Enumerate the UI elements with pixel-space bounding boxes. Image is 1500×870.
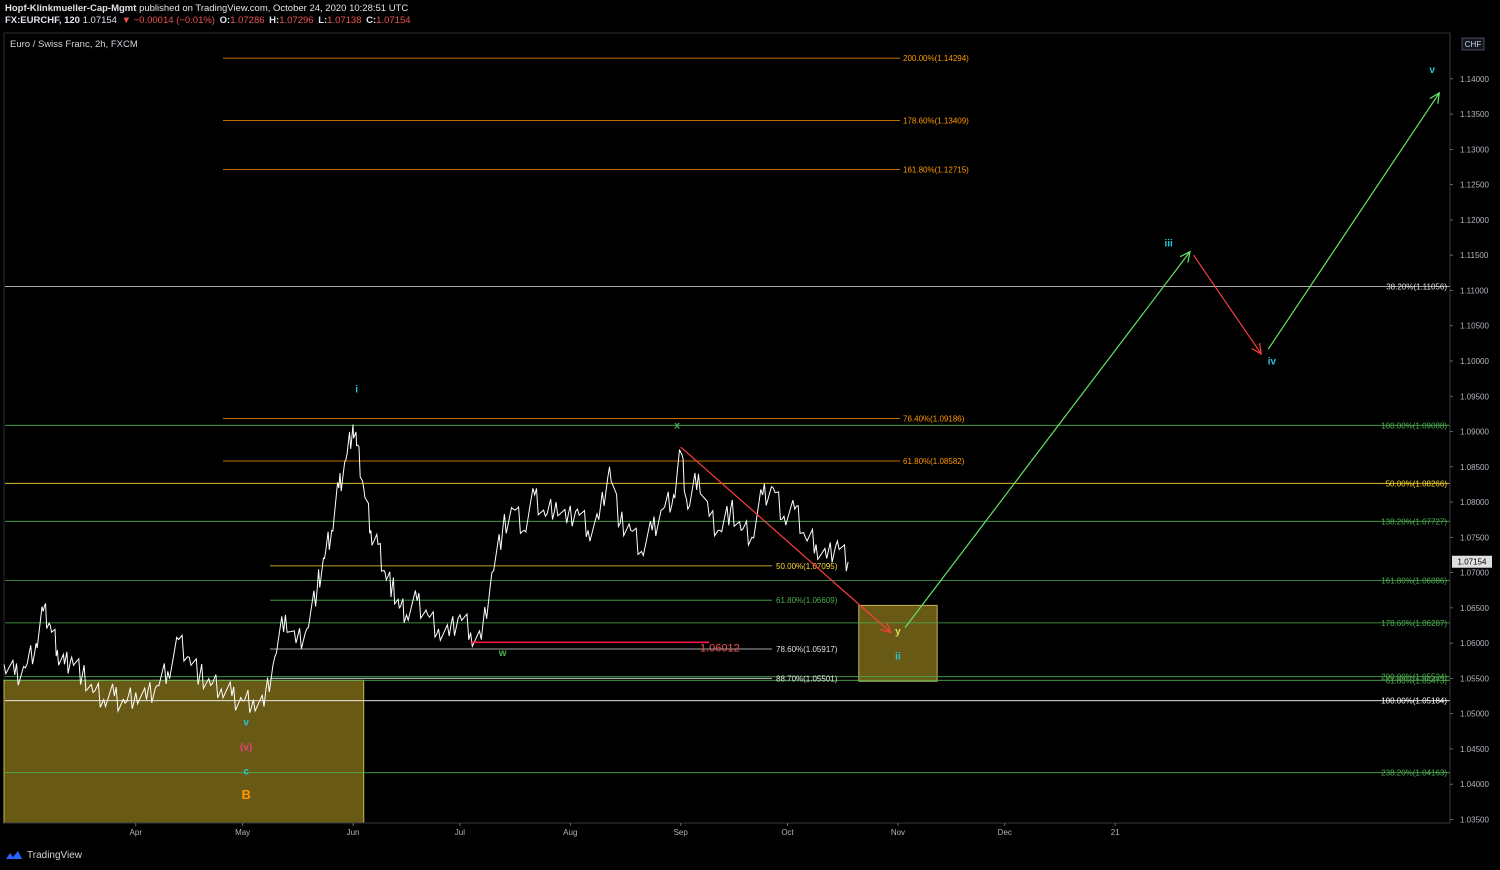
wave-label-10: c	[243, 766, 249, 777]
wave-label-2: w	[498, 648, 507, 659]
fib-label-13: 78.60%(1.05917)	[776, 645, 838, 654]
fib-label-7: 50.00%(1.08266)	[1386, 479, 1448, 488]
wave-label-9: (v)	[240, 742, 252, 753]
currency-label: CHF	[1465, 40, 1482, 49]
wave-label-8: v	[243, 718, 249, 729]
y-tick-label-12: 1.08000	[1460, 498, 1489, 507]
x-tick-label-1: May	[235, 828, 250, 837]
fib-label-3: 76.40%(1.09186)	[903, 414, 965, 423]
x-tick-label-4: Aug	[563, 828, 577, 837]
arrows	[680, 91, 1441, 634]
x-tick-label-6: Oct	[781, 828, 794, 837]
chart-title: Euro / Swiss Franc, 2h, FXCM	[10, 39, 138, 50]
wave-label-0: i	[355, 385, 358, 396]
zone-0	[3, 679, 365, 824]
wave-label-7: v	[1429, 65, 1435, 76]
y-tick-label-18: 1.05000	[1460, 710, 1489, 719]
currency-badge[interactable]: CHF	[1461, 37, 1485, 51]
fib-label-10: 161.80%(1.06886)	[1381, 577, 1447, 586]
y-tick-label-20: 1.04000	[1460, 780, 1489, 789]
annotations: ixwyiiiiiivvv(v)cB1.06012	[240, 65, 1435, 802]
y-tick-label-15: 1.06500	[1460, 604, 1489, 613]
arrow-line-3	[1267, 92, 1440, 350]
y-axis[interactable]: 1.14000 1.13500 1.13000 1.12500 1.12000 1.115…	[1449, 33, 1489, 824]
y-tick-label-6: 1.11000	[1460, 286, 1489, 295]
x-tick-label-5: Sep	[674, 828, 689, 837]
y-tick-label-0: 1.14000	[1460, 75, 1489, 84]
y-tick-label-9: 1.09500	[1460, 392, 1489, 401]
x-tick-label-0: Apr	[130, 828, 143, 837]
zones	[3, 604, 938, 824]
wave-label-5: iii	[1164, 239, 1173, 250]
y-tick-label-4: 1.12000	[1460, 216, 1489, 225]
y-tick-label-14: 1.07000	[1460, 569, 1489, 578]
fib-levels: 200.00%(1.14294) 178.60%(1.13409) 161.80%(…	[5, 54, 1450, 778]
y-tick-label-3: 1.12500	[1460, 181, 1489, 190]
arrow-line-2	[1193, 254, 1262, 355]
y-tick-label-16: 1.06000	[1460, 639, 1489, 648]
fib-label-18: 238.20%(1.04163)	[1381, 769, 1447, 778]
y-tick-label-7: 1.10500	[1460, 322, 1489, 331]
last-price-axis-label: 1.07154	[1458, 558, 1487, 567]
x-tick-label-7: Nov	[891, 828, 905, 837]
tradingview-logo-icon	[6, 851, 22, 859]
fib-label-1: 178.60%(1.13409)	[903, 117, 969, 126]
x-tick-label-8: Dec	[998, 828, 1012, 837]
fib-label-8: 138.20%(1.07727)	[1381, 517, 1447, 526]
fib-label-4: 61.80%(1.08582)	[903, 457, 965, 466]
fib-label-17: 100.00%(1.05184)	[1381, 697, 1447, 706]
wave-label-1: x	[674, 421, 680, 432]
y-tick-label-19: 1.04500	[1460, 745, 1489, 754]
y-tick-label-5: 1.11500	[1460, 251, 1489, 260]
y-tick-label-10: 1.09000	[1460, 428, 1489, 437]
y-tick-label-8: 1.10000	[1460, 357, 1489, 366]
footer-brand: TradingView	[27, 849, 83, 861]
fib-label-9: 50.00%(1.07095)	[776, 562, 838, 571]
x-tick-label-3: Jul	[455, 828, 465, 837]
y-tick-label-13: 1.07500	[1460, 533, 1489, 542]
y-tick-label-1: 1.13500	[1460, 110, 1489, 119]
y-tick-label-17: 1.05500	[1460, 674, 1489, 683]
fib-label-12: 178.60%(1.06287)	[1381, 619, 1447, 628]
fib-label-2: 161.80%(1.12715)	[903, 165, 969, 174]
fib-label-0: 200.00%(1.14294)	[903, 54, 969, 63]
y-tick-label-2: 1.13000	[1460, 145, 1489, 154]
fib-label-16: 88.70%(1.05501)	[776, 674, 838, 683]
price-series	[3, 424, 849, 714]
wave-label-4: ii	[895, 651, 901, 662]
x-tick-label-9: 21	[1111, 828, 1120, 837]
wave-label-11: B	[241, 787, 250, 802]
y-tick-label-21: 1.03500	[1460, 815, 1489, 824]
wave-label-12: 1.06012	[700, 643, 740, 655]
wave-label-6: iv	[1268, 357, 1277, 368]
fib-label-11: 61.80%(1.06609)	[776, 596, 838, 605]
fib-label-5: 38.20%(1.11056)	[1386, 283, 1447, 292]
arrow-line-1	[904, 251, 1191, 628]
wave-label-3: y	[895, 627, 901, 638]
fib-label-6: 100.00%(1.09088)	[1381, 421, 1447, 430]
price-chart[interactable]: 200.00%(1.14294) 178.60%(1.13409) 161.80%(…	[0, 0, 1500, 870]
footer[interactable]: TradingView	[5, 849, 82, 861]
last-price-marker: 1.07154	[1452, 555, 1492, 568]
x-axis[interactable]: Apr May Jun Jul Aug Sep Oct Nov Dec 21	[4, 822, 1450, 837]
x-tick-label-2: Jun	[347, 828, 360, 837]
fib-label-15: 61.80%(1.05473)	[1386, 676, 1448, 685]
zone-1	[858, 604, 938, 682]
y-tick-label-11: 1.08500	[1460, 463, 1489, 472]
price-line	[3, 424, 849, 714]
